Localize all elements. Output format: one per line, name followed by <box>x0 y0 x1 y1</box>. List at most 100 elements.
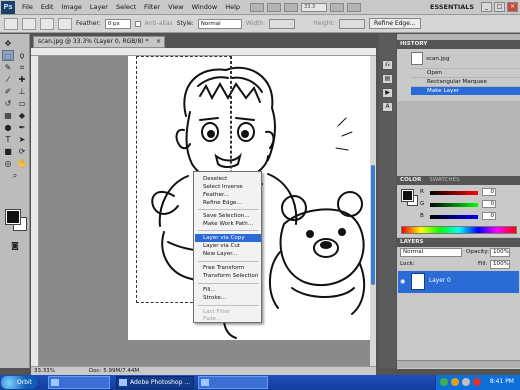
eyedropper-tool-icon[interactable]: ⁄ <box>2 74 14 85</box>
shape-tool-icon[interactable]: ■ <box>2 146 14 157</box>
menu-view[interactable]: View <box>164 3 187 11</box>
network-icon[interactable] <box>440 378 448 386</box>
opacity-input[interactable]: 100% <box>490 248 510 257</box>
maximize-button[interactable]: □ <box>494 2 505 12</box>
start-button[interactable]: Orbit <box>1 376 37 389</box>
ctx-save-selection[interactable]: Save Selection... <box>195 212 261 220</box>
close-document-icon[interactable]: × <box>156 37 161 47</box>
vertical-ruler[interactable] <box>31 56 39 366</box>
actions-panel-icon[interactable]: ▶ <box>382 88 393 98</box>
alert-icon[interactable] <box>473 378 481 386</box>
horizontal-ruler[interactable] <box>31 48 376 56</box>
layer-name[interactable]: Layer 0 <box>429 278 451 284</box>
color-panel-header[interactable]: COLOR SWATCHES <box>397 176 520 185</box>
menu-file[interactable]: File <box>18 3 37 11</box>
properties-panel-icon[interactable]: ▤ <box>382 74 393 84</box>
vertical-scrollbar-thumb[interactable] <box>371 165 375 285</box>
red-slider-track[interactable] <box>430 191 478 195</box>
type-tool-icon[interactable]: T <box>2 134 14 145</box>
workspace-switcher[interactable]: ESSENTIALS <box>430 3 474 11</box>
green-slider-track[interactable] <box>430 203 478 207</box>
status-zoom[interactable]: 33.33% <box>34 367 55 375</box>
ctx-deselect[interactable]: Deselect <box>195 175 261 183</box>
ctx-select-inverse[interactable]: Select Inverse <box>195 183 261 191</box>
ctx-stroke[interactable]: Stroke... <box>195 294 261 302</box>
ctx-layer-via-cut[interactable]: Layer via Cut <box>195 242 261 250</box>
history-brush-tool-icon[interactable]: ↺ <box>2 98 14 109</box>
rectangular-marquee-tool-icon[interactable]: ⬚ <box>2 50 14 61</box>
minibridge-button[interactable] <box>267 2 282 12</box>
clone-stamp-tool-icon[interactable]: ⊥ <box>16 86 28 97</box>
zoom-level-field[interactable]: 33.3 <box>301 2 328 12</box>
ctx-new-layer[interactable]: New Layer... <box>195 250 261 258</box>
crop-tool-icon[interactable]: ⌗ <box>16 62 28 73</box>
menu-window[interactable]: Window <box>188 3 222 11</box>
ctx-fill[interactable]: Fill... <box>195 286 261 294</box>
taskbar-task-photoshop[interactable]: Adobe Photoshop ... <box>116 376 194 389</box>
new-selection-icon[interactable] <box>22 17 36 30</box>
taskbar-task-other[interactable] <box>48 376 110 389</box>
gradient-tool-icon[interactable]: ▦ <box>2 110 14 121</box>
menu-image[interactable]: Image <box>57 3 85 11</box>
document-tab[interactable]: scan.jpg @ 33.3% (Layer 0, RGB/8) * × <box>33 36 165 48</box>
menu-filter[interactable]: Filter <box>140 3 164 11</box>
ctx-free-transform[interactable]: Free Transform <box>195 264 261 272</box>
swatches-tab[interactable]: SWATCHES <box>429 177 459 183</box>
dodge-tool-icon[interactable]: ● <box>2 122 14 133</box>
menu-layer[interactable]: Layer <box>86 3 112 11</box>
height-input[interactable] <box>339 18 366 29</box>
3d-orbit-tool-icon[interactable]: ◎ <box>2 158 14 169</box>
move-tool-icon[interactable]: ✥ <box>2 38 14 49</box>
green-slider[interactable]: G 0 <box>420 200 520 209</box>
foreground-color-swatch[interactable] <box>5 209 21 225</box>
blend-mode-select[interactable]: Normal <box>400 248 462 257</box>
ctx-refine-edge[interactable]: Refine Edge... <box>195 199 261 207</box>
zoom-tool-icon[interactable]: ⌕ <box>9 170 21 181</box>
status-doc-size[interactable]: Doc: 5.99M/7.44M <box>89 367 139 375</box>
menu-help[interactable]: Help <box>221 3 244 11</box>
minimize-button[interactable]: _ <box>481 2 492 12</box>
history-item-open[interactable]: Open <box>411 68 520 77</box>
history-item-make-layer[interactable]: Make Layer <box>411 86 520 95</box>
quick-selection-tool-icon[interactable]: ✎ <box>2 62 14 73</box>
pen-tool-icon[interactable]: ✒ <box>16 122 28 133</box>
blue-slider[interactable]: B 0 <box>420 212 520 221</box>
feather-input[interactable]: 0 px <box>104 18 131 29</box>
path-selection-tool-icon[interactable]: ➤ <box>16 134 28 145</box>
blue-value-input[interactable]: 0 <box>482 212 496 220</box>
color-panel-foreground-swatch[interactable] <box>401 189 414 202</box>
taskbar-task-other-2[interactable] <box>198 376 268 389</box>
ctx-layer-via-copy[interactable]: Layer via Copy <box>195 234 261 242</box>
subtract-selection-icon[interactable] <box>58 17 72 30</box>
clock[interactable]: 8:41 PM <box>490 378 514 385</box>
hand-tool-button[interactable] <box>284 2 299 12</box>
layer-visibility-eye-icon[interactable]: ◉ <box>400 278 408 285</box>
history-item-marquee[interactable]: Rectangular Marquee <box>411 77 520 86</box>
3d-rotate-tool-icon[interactable]: ⟳ <box>16 146 28 157</box>
history-panel-icon[interactable]: ⎌ <box>382 60 393 70</box>
color-spectrum-bar[interactable] <box>401 226 517 234</box>
quick-mask-icon[interactable]: ◙ <box>9 240 21 251</box>
fill-input[interactable]: 100% <box>490 260 510 269</box>
screen-mode-button[interactable] <box>347 2 362 12</box>
volume-icon[interactable] <box>462 378 470 386</box>
antialias-checkbox[interactable] <box>134 20 141 27</box>
lasso-tool-icon[interactable]: ϙ <box>16 50 28 61</box>
ctx-transform-selection[interactable]: Transform Selection <box>195 272 261 280</box>
red-value-input[interactable]: 0 <box>482 188 496 196</box>
ctx-make-work-path[interactable]: Make Work Path... <box>195 220 261 228</box>
style-select[interactable]: Normal <box>197 18 242 29</box>
green-value-input[interactable]: 0 <box>482 200 496 208</box>
layer-thumbnail[interactable] <box>411 273 425 290</box>
history-snapshot-thumbnail[interactable] <box>411 52 423 65</box>
marquee-preset-icon[interactable] <box>4 17 18 30</box>
security-icon[interactable] <box>451 378 459 386</box>
history-panel-header[interactable]: HISTORY <box>397 40 520 49</box>
eraser-tool-icon[interactable]: ▭ <box>16 98 28 109</box>
blue-slider-track[interactable] <box>430 215 478 219</box>
blur-tool-icon[interactable]: ◆ <box>16 110 28 121</box>
hand-tool-icon[interactable]: ✋ <box>16 158 28 169</box>
red-slider[interactable]: R 0 <box>420 188 520 197</box>
close-window-button[interactable]: × <box>507 2 518 12</box>
width-input[interactable] <box>269 18 296 29</box>
